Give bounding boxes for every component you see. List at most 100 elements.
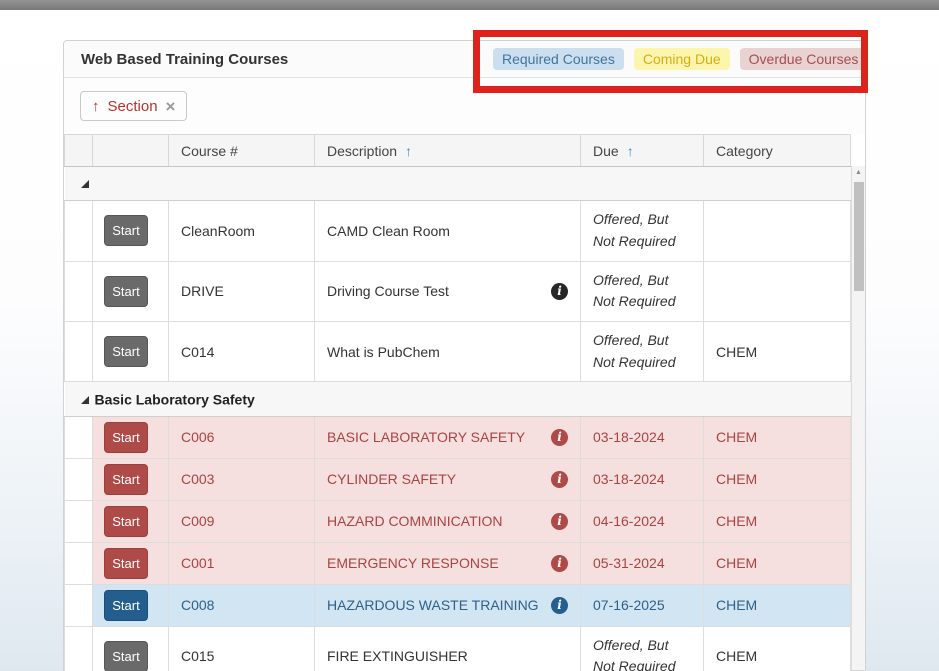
start-cell: Start: [93, 201, 169, 261]
row-expander-cell: [65, 201, 93, 261]
course-number-cell: CleanRoom: [169, 201, 315, 261]
row-expander-cell: [65, 626, 93, 671]
row-expander-cell: [65, 584, 93, 626]
start-cell: Start: [93, 584, 169, 626]
info-icon[interactable]: i: [551, 471, 568, 488]
info-icon[interactable]: i: [551, 597, 568, 614]
description-text: HAZARDOUS WASTE TRAINING: [327, 597, 539, 613]
description-cell: HAZARD COMMINICATION i: [315, 500, 581, 542]
description-text: BASIC LABORATORY SAFETY: [327, 429, 525, 445]
page-title: Web Based Training Courses: [81, 51, 288, 68]
row-expander-cell: [65, 542, 93, 584]
description-wrap: HAZARD COMMINICATION i: [327, 513, 568, 530]
course-row: StartC014What is PubChemOffered, But Not…: [65, 322, 851, 382]
start-cell: Start: [93, 261, 169, 321]
due-cell: Offered, But Not Required: [581, 322, 704, 382]
due-cell: 03-18-2024: [581, 416, 704, 458]
section-group-chip[interactable]: ↑ Section ×: [80, 91, 187, 121]
header-expander: [65, 135, 93, 167]
category-cell: CHEM: [704, 458, 851, 500]
header-category[interactable]: Category: [704, 135, 851, 167]
description-cell: FIRE EXTINGUISHER: [315, 626, 581, 671]
training-courses-panel: Web Based Training Courses Required Cour…: [63, 40, 866, 671]
header-course-number[interactable]: Course #: [169, 135, 315, 167]
table-header-row: Course # Description ↑ Due ↑ Category: [65, 135, 851, 167]
course-row: StartCleanRoomCAMD Clean RoomOffered, Bu…: [65, 201, 851, 261]
info-icon[interactable]: i: [551, 555, 568, 572]
start-button[interactable]: Start: [104, 641, 148, 671]
row-expander-cell: [65, 416, 93, 458]
course-row: StartDRIVEDriving Course TestiOffered, B…: [65, 261, 851, 321]
legend-badge-overdue: Overdue Courses: [740, 48, 868, 70]
description-wrap: Driving Course Test i: [327, 283, 568, 300]
table-scrollbar[interactable]: ▲: [851, 166, 865, 670]
scrollbar-thumb[interactable]: [854, 182, 864, 291]
collapse-triangle-icon[interactable]: [81, 396, 89, 404]
header-due[interactable]: Due ↑: [581, 135, 704, 167]
description-wrap: What is PubChem: [327, 344, 568, 360]
header-description-label: Description: [327, 143, 397, 159]
group-header-row[interactable]: [65, 167, 851, 201]
due-cell: Offered, But Not Required: [581, 201, 704, 261]
header-start: [93, 135, 169, 167]
start-button[interactable]: Start: [104, 215, 148, 246]
due-cell: 07-16-2025: [581, 584, 704, 626]
description-cell: What is PubChem: [315, 322, 581, 382]
collapse-triangle-icon[interactable]: [81, 180, 89, 188]
scroll-up-arrow-icon[interactable]: ▲: [852, 166, 865, 179]
row-expander-cell: [65, 322, 93, 382]
info-icon[interactable]: i: [551, 429, 568, 446]
course-number-cell: C006: [169, 416, 315, 458]
group-label: Basic Laboratory Safety: [95, 392, 255, 408]
course-row: Start C008 HAZARDOUS WASTE TRAINING i 07-16-…: [65, 584, 851, 626]
due-cell: 04-16-2024: [581, 500, 704, 542]
course-number-cell: C008: [169, 584, 315, 626]
course-row: StartC001EMERGENCY RESPONSEi05-31-2024CH…: [65, 542, 851, 584]
category-cell: CHEM: [704, 322, 851, 382]
courses-table: Course # Description ↑ Due ↑ Category Star…: [64, 134, 851, 671]
description-cell: HAZARDOUS WASTE TRAINING i: [315, 584, 581, 626]
info-icon[interactable]: i: [551, 513, 568, 530]
start-button[interactable]: Start: [104, 276, 148, 307]
description-text: EMERGENCY RESPONSE: [327, 555, 499, 571]
grouping-toolbar: ↑ Section ×: [64, 78, 865, 134]
remove-grouping-icon[interactable]: ×: [166, 98, 176, 115]
start-button[interactable]: Start: [104, 506, 148, 537]
start-button[interactable]: Start: [104, 548, 148, 579]
category-cell: CHEM: [704, 416, 851, 458]
description-wrap: BASIC LABORATORY SAFETY i: [327, 429, 568, 446]
description-wrap: HAZARDOUS WASTE TRAINING i: [327, 597, 568, 614]
due-cell: 03-18-2024: [581, 458, 704, 500]
legend: Required CoursesComing DueOverdue Course…: [493, 48, 867, 70]
start-button[interactable]: Start: [104, 590, 148, 621]
panel-heading: Web Based Training Courses Required Cour…: [64, 41, 865, 78]
start-cell: Start: [93, 458, 169, 500]
start-button[interactable]: Start: [104, 336, 148, 367]
start-button[interactable]: Start: [104, 464, 148, 495]
header-description[interactable]: Description ↑: [315, 135, 581, 167]
group-header-row[interactable]: Basic Laboratory Safety: [65, 382, 851, 416]
legend-badge-required: Required Courses: [493, 48, 624, 70]
category-cell: [704, 261, 851, 321]
start-cell: Start: [93, 416, 169, 458]
section-chip-label: Section: [108, 98, 158, 115]
course-table-body: StartCleanRoomCAMD Clean RoomOffered, Bu…: [65, 167, 851, 671]
start-cell: Start: [93, 500, 169, 542]
start-cell: Start: [93, 322, 169, 382]
start-cell: Start: [93, 626, 169, 671]
row-expander-cell: [65, 261, 93, 321]
top-browser-bar: [0, 0, 939, 10]
row-expander-cell: [65, 458, 93, 500]
due-cell: 05-31-2024: [581, 542, 704, 584]
description-text: HAZARD COMMINICATION: [327, 513, 503, 529]
sort-ascending-icon[interactable]: ↑: [92, 98, 100, 115]
course-row: Start C006 BASIC LABORATORY SAFETY i 03-18-2…: [65, 416, 851, 458]
start-button[interactable]: Start: [104, 422, 148, 453]
sort-ascending-icon[interactable]: ↑: [627, 143, 634, 159]
category-cell: [704, 201, 851, 261]
header-due-label: Due: [593, 143, 619, 159]
sort-ascending-icon[interactable]: ↑: [405, 143, 412, 159]
course-number-cell: DRIVE: [169, 261, 315, 321]
info-icon[interactable]: i: [551, 283, 568, 300]
description-text: Driving Course Test: [327, 283, 449, 299]
